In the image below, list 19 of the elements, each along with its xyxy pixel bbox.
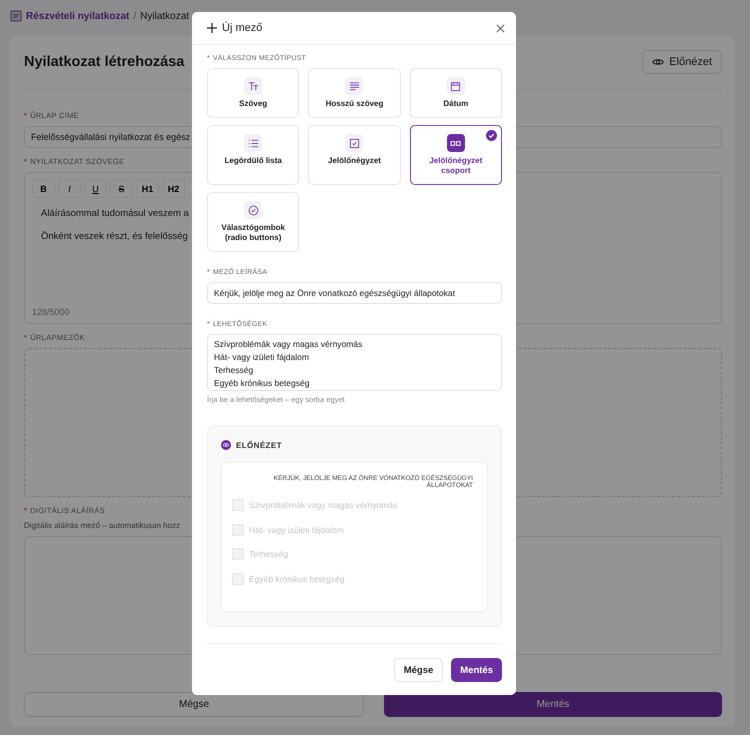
editor-paragraph: Aláírásommal tudomásul veszem a — [41, 208, 189, 219]
character-counter: 128/5000 — [32, 307, 71, 317]
option-label: Jelölőnégyzet — [328, 156, 381, 166]
option-label: Legördülő lista — [224, 156, 282, 166]
option-label: Választógombok (radio buttons) — [220, 223, 286, 243]
checkbox-label: Hát- vagy izületi fájdalom — [249, 524, 344, 535]
breadcrumb-separator: / — [133, 10, 136, 22]
checkbox-label: Terhesség — [249, 549, 288, 560]
signature-description: Digitális aláírás mező – automatikusan hozz — [24, 521, 180, 530]
dialog-title: Új mező — [222, 22, 264, 34]
option-label: Dátum — [443, 99, 468, 109]
option-label: Szöveg — [239, 99, 268, 109]
preview-title: ELŐNÉZET — [236, 440, 282, 450]
checkbox-label: Szívproblémák vagy magas vérnyomás — [249, 500, 398, 510]
option-label: Hosszú szöveg — [326, 99, 384, 109]
editor-paragraph: Önként veszek részt, és felelősség — [41, 231, 188, 242]
page-title: Nyilatkozat létrehozása — [24, 54, 184, 70]
checkbox-label: Egyéb krónikus betegség — [249, 574, 344, 584]
option-label: Jelölőnégyzet csoport — [428, 156, 484, 176]
